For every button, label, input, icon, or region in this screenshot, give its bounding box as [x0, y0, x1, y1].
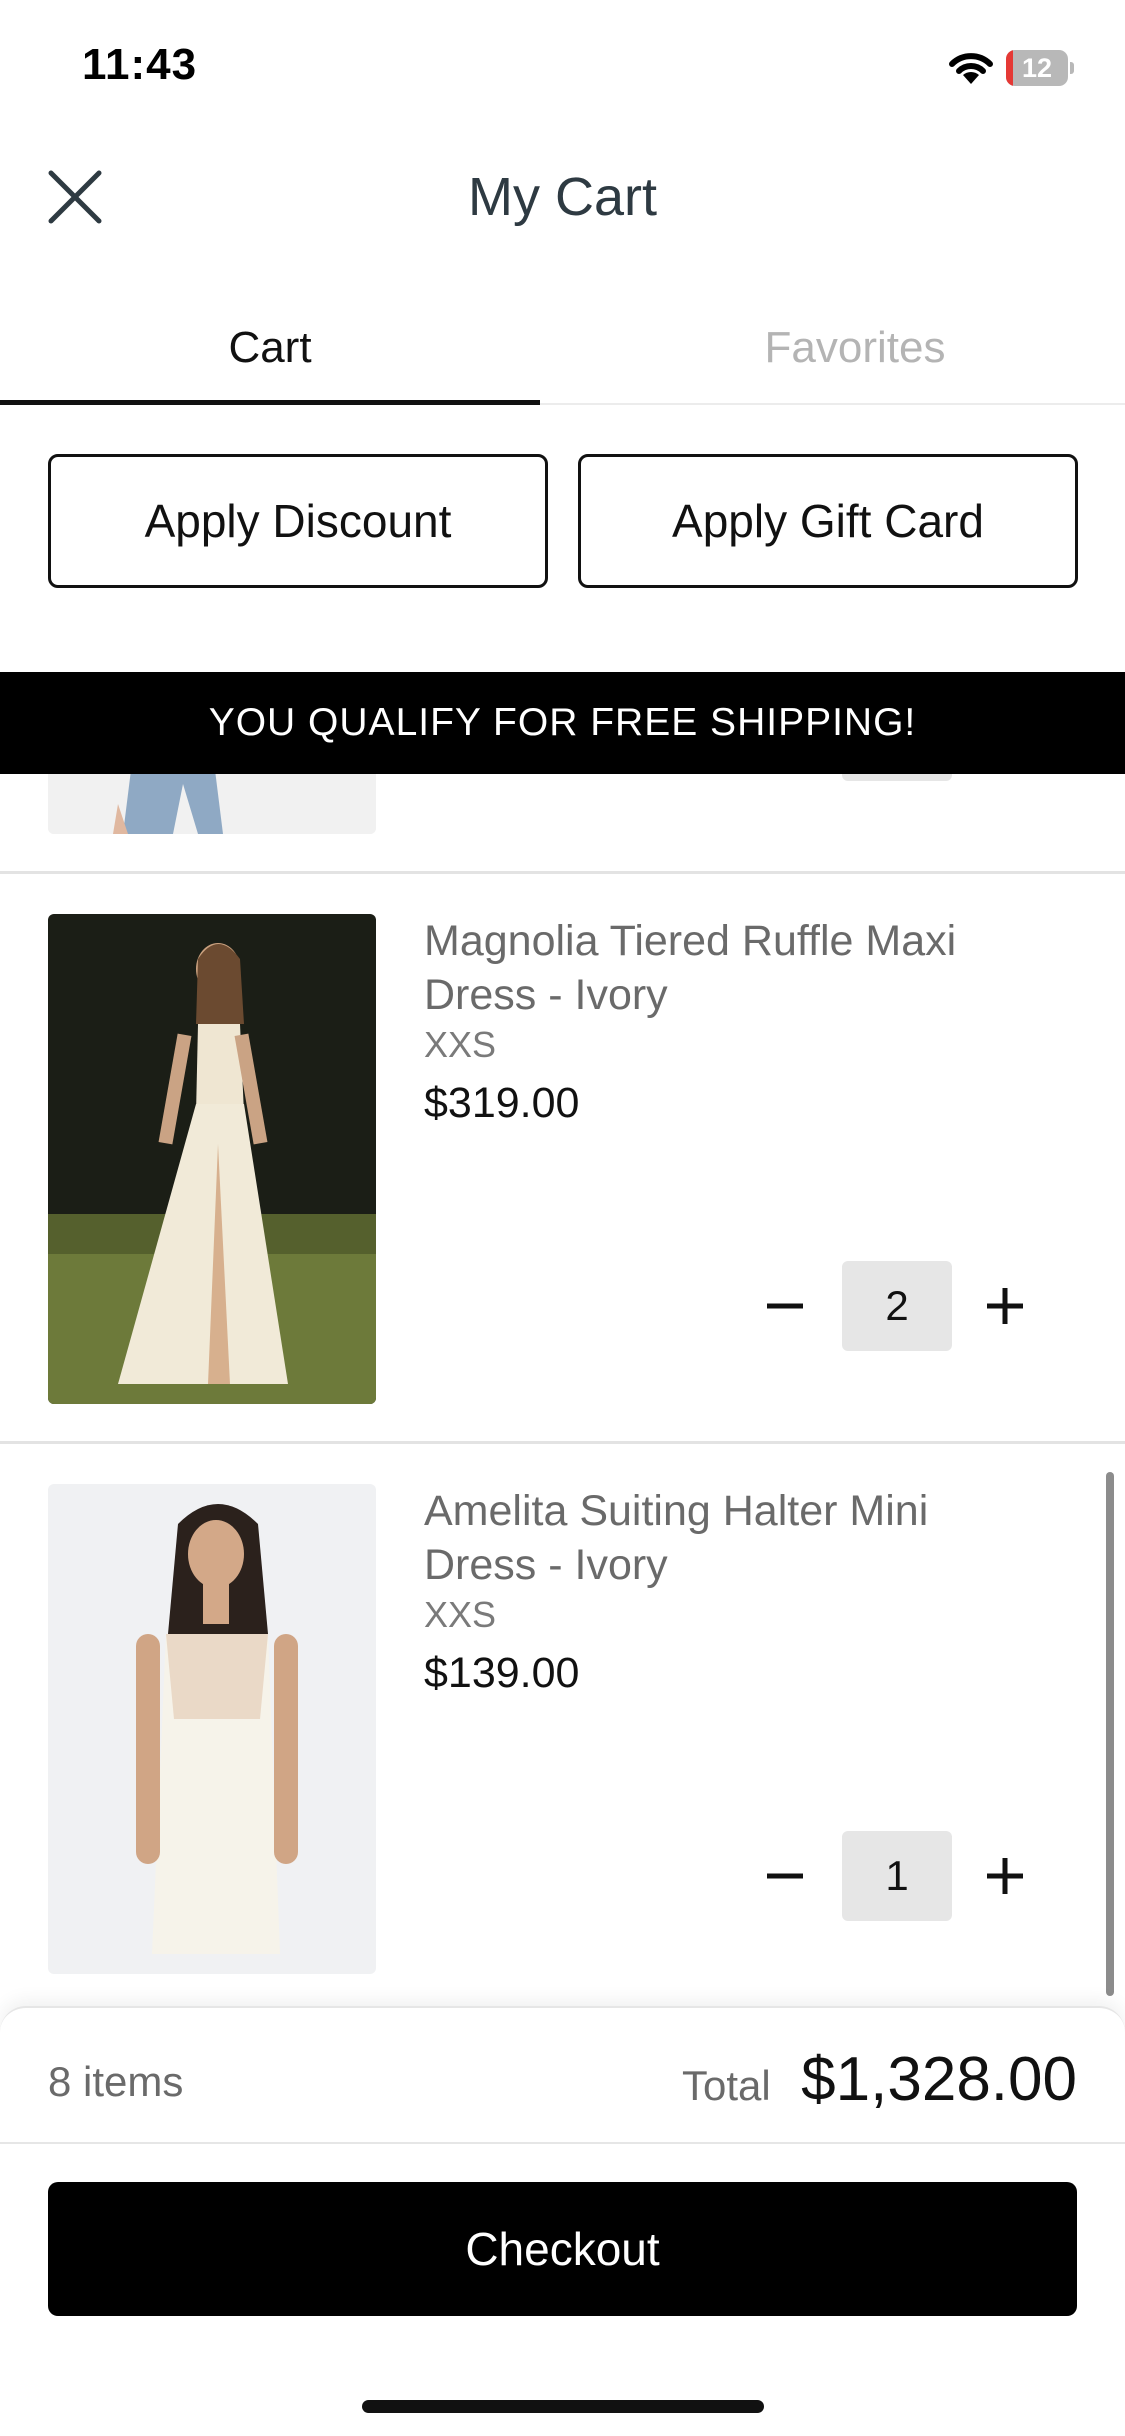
- status-time: 11:43: [82, 40, 198, 89]
- product-size: XXS: [424, 1024, 497, 1065]
- battery-icon: 12: [1006, 50, 1074, 86]
- cart-list: 2 Magnolia Tiered Ruffle Maxi Dress - Iv…: [0, 774, 1125, 2004]
- minus-icon: [767, 1303, 803, 1309]
- decrease-quantity-button[interactable]: [750, 1841, 820, 1911]
- decrease-quantity-button[interactable]: [750, 1271, 820, 1341]
- checkout-button[interactable]: Checkout: [48, 2182, 1077, 2316]
- product-size: XXS: [424, 1594, 497, 1635]
- cart-item: Amelita Suiting Halter Mini Dress - Ivor…: [0, 1444, 1125, 2004]
- quantity-value: 2: [842, 1261, 952, 1351]
- status-bar: 11:43 12: [0, 0, 1125, 135]
- product-photo-jeans: [48, 774, 376, 834]
- product-photo-mini-dress: [48, 1484, 376, 1974]
- quantity-value: 2: [842, 774, 952, 781]
- tab-favorites[interactable]: Favorites: [585, 290, 1125, 405]
- free-shipping-banner: YOU QUALIFY FOR FREE SHIPPING!: [0, 672, 1125, 774]
- cart-footer: 8 items Total $1,328.00 Checkout: [0, 2006, 1125, 2436]
- product-image[interactable]: [48, 1484, 376, 1974]
- battery-level: 12: [1021, 53, 1053, 83]
- product-photo-maxi-dress: [48, 914, 376, 1404]
- product-name[interactable]: Magnolia Tiered Ruffle Maxi Dress - Ivor…: [424, 914, 1044, 1022]
- apply-gift-card-button[interactable]: Apply Gift Card: [578, 454, 1078, 588]
- scrollbar[interactable]: [1106, 1472, 1114, 1996]
- item-count: 8 items: [48, 2058, 184, 2105]
- cart-item: Magnolia Tiered Ruffle Maxi Dress - Ivor…: [0, 874, 1125, 1444]
- total-label: Total: [682, 2062, 771, 2109]
- product-price: $319.00: [424, 1079, 580, 1127]
- minus-icon: [767, 1873, 803, 1879]
- plus-icon: [987, 1288, 1023, 1324]
- tab-bar: Cart Favorites: [0, 290, 1125, 405]
- page-title: My Cart: [468, 167, 657, 227]
- product-image[interactable]: [48, 774, 376, 834]
- home-indicator[interactable]: [362, 2400, 764, 2413]
- order-summary: 8 items Total $1,328.00: [0, 2008, 1125, 2144]
- product-image[interactable]: [48, 914, 376, 1404]
- increase-quantity-button[interactable]: [970, 1271, 1040, 1341]
- cart-item: 2: [0, 774, 1125, 874]
- active-tab-indicator: [0, 400, 540, 405]
- increase-quantity-button[interactable]: [970, 1841, 1040, 1911]
- product-name[interactable]: Amelita Suiting Halter Mini Dress - Ivor…: [424, 1484, 1044, 1592]
- plus-icon: [987, 1858, 1023, 1894]
- wifi-icon: [949, 53, 993, 84]
- product-price: $139.00: [424, 1649, 580, 1697]
- tab-cart[interactable]: Cart: [0, 290, 540, 405]
- apply-discount-button[interactable]: Apply Discount: [48, 454, 548, 588]
- quantity-value: 1: [842, 1831, 952, 1921]
- total-value: $1,328.00: [801, 2045, 1077, 2114]
